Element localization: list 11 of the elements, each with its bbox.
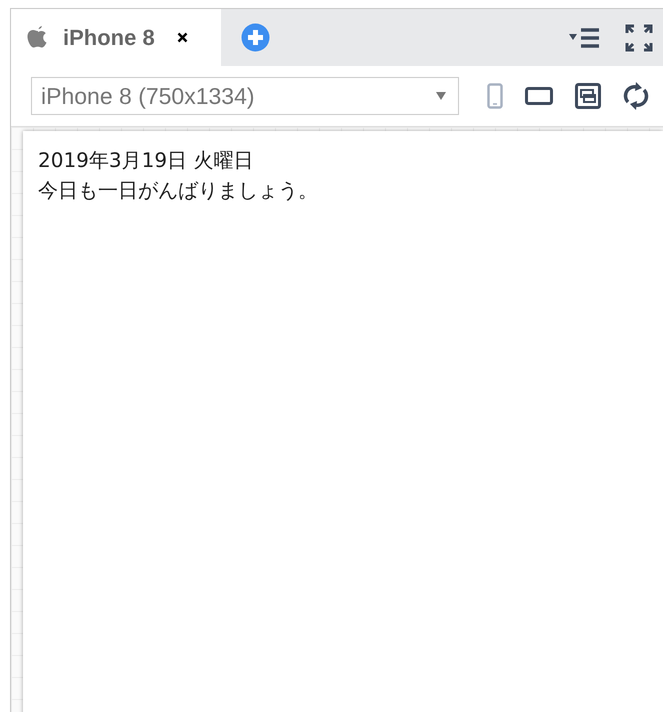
screenshot-icon[interactable] [575, 83, 601, 109]
screen-text: 今日も一日がんばりましょう。 [38, 177, 319, 203]
screen-text: 2019年3月19日 火曜日 [38, 147, 254, 173]
close-icon[interactable] [176, 32, 188, 43]
phone-landscape-icon[interactable] [525, 87, 553, 105]
device-select[interactable]: iPhone 8 (750x1334) [31, 77, 459, 115]
device-tab[interactable]: iPhone 8 [11, 9, 221, 66]
dropdown-caret-icon [436, 92, 446, 100]
add-tab-icon[interactable] [241, 23, 270, 52]
rotate-icon[interactable] [623, 82, 649, 110]
fullscreen-icon[interactable] [625, 24, 653, 52]
